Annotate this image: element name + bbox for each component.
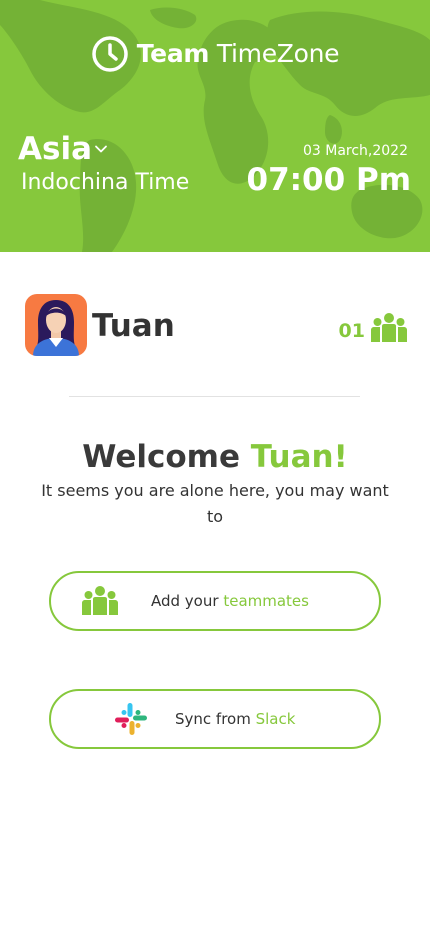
team-icon xyxy=(371,313,407,342)
app-brand: Team TimeZone xyxy=(0,34,430,74)
team-members-count[interactable]: 01 xyxy=(339,312,407,344)
clock-icon xyxy=(91,36,128,72)
divider xyxy=(69,396,360,397)
timezone-name: Indochina Time xyxy=(21,170,190,195)
add-teammates-prefix: Add your xyxy=(151,592,219,610)
sync-slack-accent: Slack xyxy=(255,710,296,728)
slack-icon xyxy=(115,703,147,735)
add-teammates-label: Add your teammates xyxy=(151,573,309,629)
welcome-heading: Welcome Tuan! xyxy=(0,436,430,478)
header-banner: Team TimeZone Asia Indochina Time 03 Mar… xyxy=(0,0,430,252)
current-time: 07:00 Pm xyxy=(246,162,412,198)
member-count: 01 xyxy=(338,320,365,342)
user-row: Tuan 01 xyxy=(25,294,407,356)
user-name: Tuan xyxy=(92,308,175,344)
woman-avatar-icon xyxy=(33,300,79,356)
add-teammates-button[interactable]: Add your teammates xyxy=(49,571,381,631)
region-selector[interactable]: Asia xyxy=(18,130,108,168)
app-title-rest: TimeZone xyxy=(216,39,340,68)
welcome-prefix: Welcome xyxy=(82,439,240,475)
region-label: Asia xyxy=(18,131,92,167)
sync-slack-button[interactable]: Sync from Slack xyxy=(49,689,381,749)
chevron-down-icon xyxy=(95,145,107,153)
app-title: Team TimeZone xyxy=(137,34,340,74)
team-icon xyxy=(82,586,118,615)
welcome-name: Tuan! xyxy=(250,439,348,475)
sync-slack-label: Sync from Slack xyxy=(175,691,295,747)
current-date: 03 March,2022 xyxy=(302,143,408,159)
welcome-subtitle: It seems you are alone here, you may wan… xyxy=(41,481,389,526)
sync-slack-prefix: Sync from xyxy=(175,710,251,728)
avatar xyxy=(25,294,87,356)
add-teammates-accent: teammates xyxy=(223,592,309,610)
app-title-bold: Team xyxy=(136,39,210,68)
